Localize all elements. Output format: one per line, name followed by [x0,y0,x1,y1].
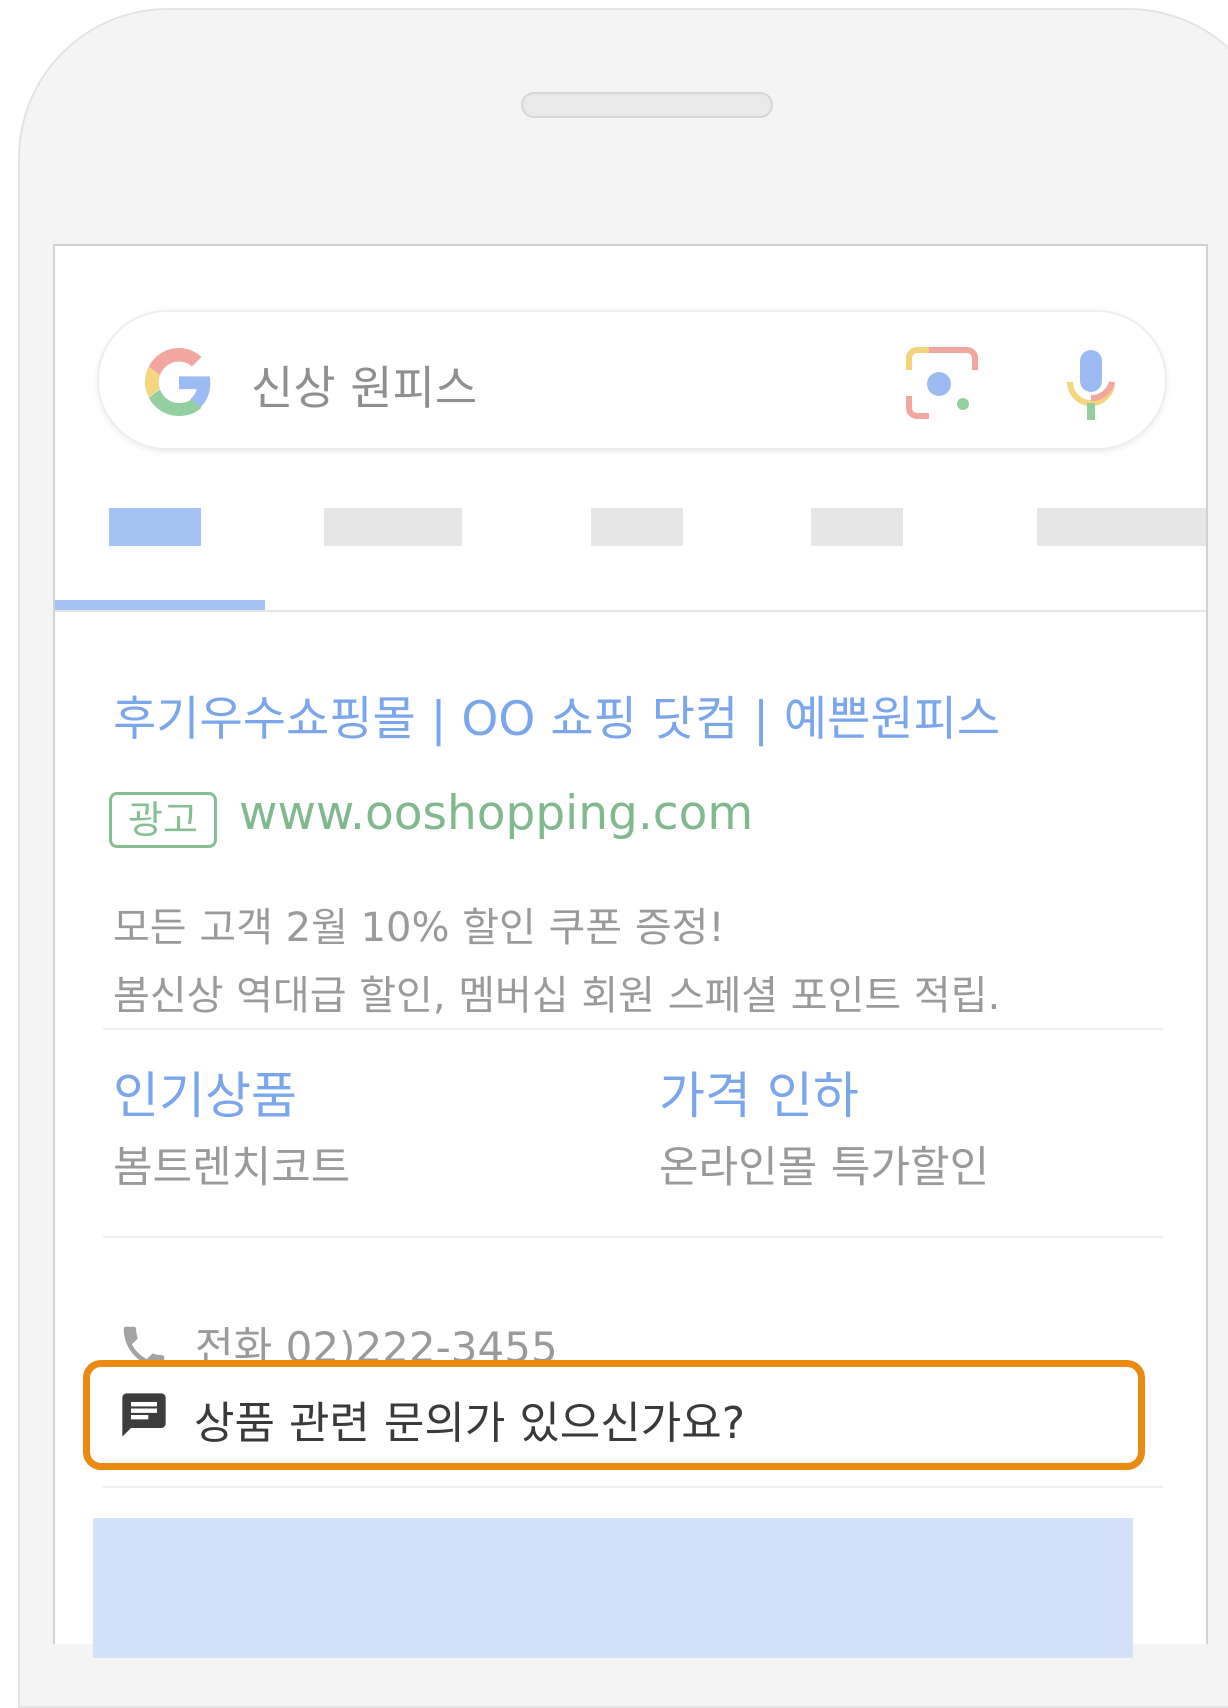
divider [103,1028,1163,1030]
google-logo-icon [145,348,211,416]
sitelink-price-drop[interactable]: 가격 인하 온라인몰 특가할인 [659,1066,989,1198]
message-extension[interactable]: 상품 관련 문의가 있으신가요? [83,1360,1145,1470]
sitelink-subtitle: 봄트렌치코트 [113,1143,351,1193]
sitelink-popular-products[interactable]: 인기상품 봄트렌치코트 [113,1066,350,1198]
divider [103,1236,1163,1238]
sitelink-subtitle: 온라인몰 특가할인 [659,1143,990,1193]
ad-display-url[interactable]: www.ooshopping.com [239,786,753,841]
search-input[interactable]: 신상 원피스 [251,352,477,418]
sitelink-title[interactable]: 인기상품 [113,1066,350,1126]
tab-placeholder[interactable] [811,508,903,546]
sitelink-title[interactable]: 가격 인하 [659,1066,989,1126]
phone-speaker [521,92,773,118]
ad-description-line: 모든 고객 2월 10% 할인 쿠폰 증정! [113,905,725,951]
ad-headline-link[interactable]: 후기우수쇼핑몰 | OO 쇼핑 닷컴 | 예쁜원피스 [113,680,1000,749]
tab-active-placeholder[interactable] [109,508,201,546]
message-icon [122,1393,166,1437]
ad-description: 모든 고객 2월 10% 할인 쿠폰 증정! 봄신상 역대급 할인, 멤버십 회… [113,894,1000,1030]
active-tab-indicator [55,600,265,610]
ad-description-line: 봄신상 역대급 할인, 멤버십 회원 스페셜 포인트 적립. [113,973,1001,1019]
phone-screen: 신상 원피스 후기우수쇼핑몰 | OO 쇼핑 닷컴 | 예쁜원피스 광고 www… [53,244,1208,1658]
microphone-icon[interactable] [1065,348,1117,422]
tab-placeholder[interactable] [591,508,683,546]
tab-placeholder[interactable] [324,508,462,546]
search-tabs [55,508,1206,612]
content-placeholder-block [93,1518,1133,1658]
tab-placeholder[interactable] [1037,508,1206,546]
ad-badge: 광고 [109,792,217,848]
message-extension-text[interactable]: 상품 관련 문의가 있으신가요? [194,1387,745,1451]
divider [103,1486,1163,1488]
lens-camera-icon[interactable] [905,346,979,420]
search-bar[interactable]: 신상 원피스 [97,310,1167,450]
